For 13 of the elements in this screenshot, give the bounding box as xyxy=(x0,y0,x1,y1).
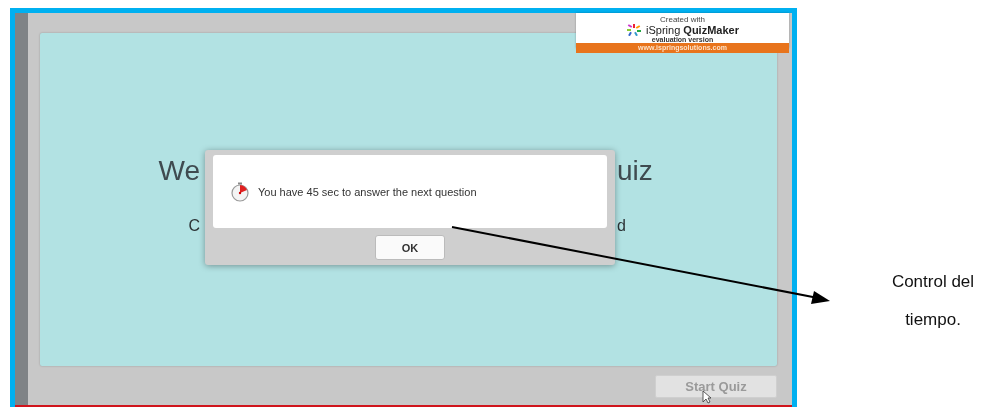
badge-caption: Created with xyxy=(660,15,705,24)
stopwatch-icon xyxy=(230,181,250,202)
ok-button[interactable]: OK xyxy=(375,235,445,260)
sparkle-logo-icon xyxy=(626,24,643,36)
cursor-icon xyxy=(702,390,712,404)
welcome-heading: uiz xyxy=(617,155,653,186)
welcome-heading: We xyxy=(158,155,200,186)
subtitle-text: d xyxy=(617,217,626,234)
brand-name: iSpring QuizMaker xyxy=(646,24,739,36)
annotation-text: tiempo. xyxy=(905,310,961,330)
annotation-text: Control del xyxy=(891,272,975,292)
timer-message: You have 45 sec to answer the next question xyxy=(258,185,477,198)
subtitle-text: C xyxy=(188,217,200,234)
